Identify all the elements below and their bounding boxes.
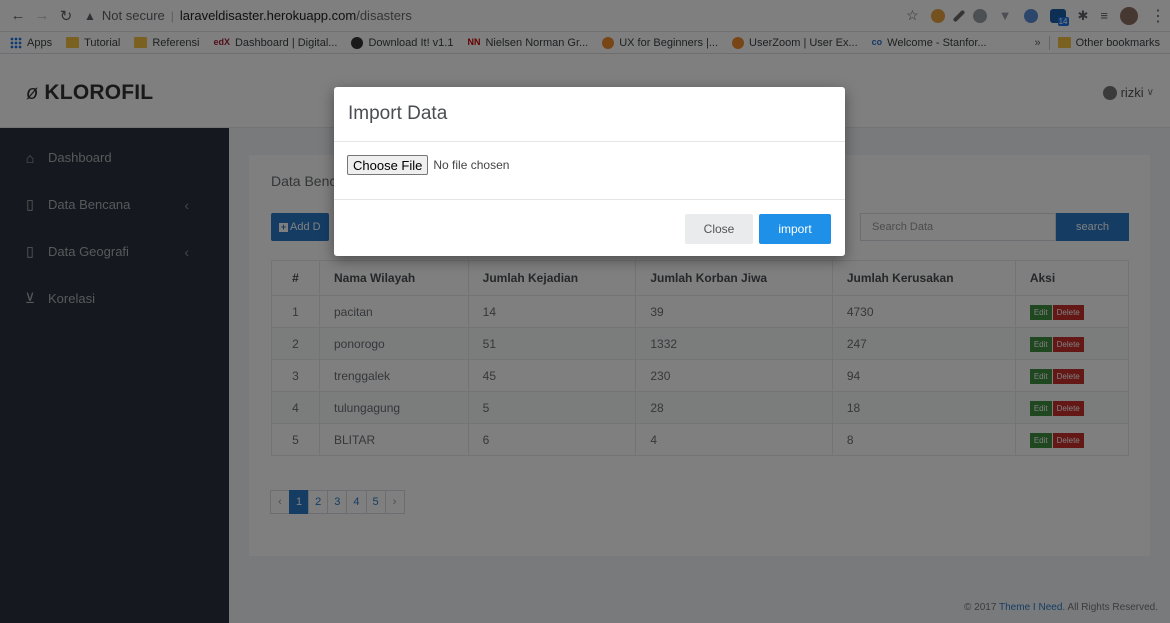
modal-footer: Close import <box>334 200 845 256</box>
import-modal: Import Data Choose File No file chosen C… <box>334 87 845 256</box>
close-button[interactable]: Close <box>685 214 753 244</box>
modal-title: Import Data <box>348 103 448 124</box>
modal-header: Import Data <box>334 87 845 142</box>
file-status: No file chosen <box>433 158 510 172</box>
choose-file-button[interactable]: Choose File <box>347 155 429 175</box>
modal-body: Choose File No file chosen <box>334 142 845 200</box>
import-button[interactable]: import <box>759 214 831 244</box>
